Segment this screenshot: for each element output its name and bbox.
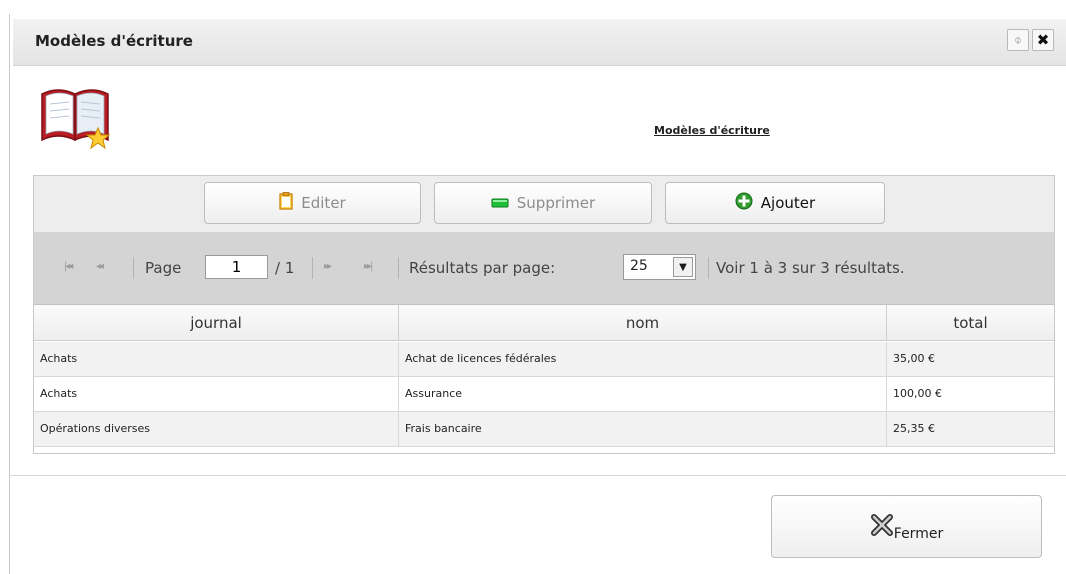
clipboard-icon — [279, 192, 293, 214]
book-icon — [41, 89, 111, 150]
cell-journal: Opérations diverses — [34, 412, 399, 446]
plus-icon — [735, 192, 753, 214]
cell-total: 100,00 € — [893, 387, 942, 400]
fermer-label: Fermer — [893, 525, 944, 542]
column-header-total[interactable]: total — [887, 305, 1054, 341]
edit-button[interactable]: Editer — [204, 182, 421, 224]
dropdown-arrow-icon[interactable]: ▼ — [673, 257, 693, 277]
grid-toolbar: Editer Supprimer Ajouter — [34, 176, 1054, 233]
last-page-icon[interactable]: ▸▸| — [364, 261, 374, 272]
cell-total: 35,00 € — [893, 352, 935, 365]
cell-nom: Achat de licences fédérales — [399, 342, 887, 376]
window-left-border — [9, 14, 10, 574]
cell-nom: Assurance — [399, 377, 887, 411]
per-page-select[interactable]: 25 ▼ — [623, 254, 696, 280]
add-label: Ajouter — [760, 194, 816, 212]
cell-journal: Achats — [34, 377, 399, 411]
delete-button[interactable]: Supprimer — [434, 182, 652, 224]
column-header-journal[interactable]: journal — [34, 305, 399, 341]
top-strip — [0, 0, 1066, 14]
per-page-label: Résultats par page: — [409, 259, 556, 277]
minus-icon — [491, 194, 509, 212]
dialog-title: Modèles d'écriture — [35, 32, 193, 50]
add-button[interactable]: Ajouter — [665, 182, 885, 224]
dialog-titlebar: Modèles d'écriture ⌽ ✖ — [13, 19, 1066, 66]
page-total: / 1 — [275, 259, 295, 277]
delete-label: Supprimer — [516, 194, 596, 212]
pager-separator — [133, 257, 134, 279]
pin-button[interactable]: ⌽ — [1007, 29, 1029, 51]
column-header-nom[interactable]: nom — [399, 305, 887, 341]
results-summary: Voir 1 à 3 sur 3 résultats. — [716, 259, 905, 277]
first-page-icon[interactable]: |◂◂ — [64, 261, 74, 272]
edit-label: Editer — [301, 194, 346, 212]
table-row[interactable]: Opérations diverses Frais bancaire 25,35… — [34, 412, 1054, 447]
next-page-icon[interactable]: ▸▸ — [324, 261, 332, 272]
pager: |◂◂ ◂◂ Page / 1 ▸▸ ▸▸| Résultats par pag… — [34, 233, 1054, 305]
cell-nom: Frais bancaire — [399, 412, 887, 446]
page-label: Page — [145, 259, 182, 277]
page-number-input[interactable] — [205, 255, 268, 279]
x-icon — [870, 513, 894, 541]
data-grid: Editer Supprimer Ajouter |◂◂ ◂◂ Page / 1… — [33, 175, 1055, 454]
pager-separator — [398, 257, 399, 279]
fermer-button[interactable]: Fermer — [771, 495, 1042, 558]
header-link[interactable]: Modèles d'écriture — [654, 124, 770, 137]
pager-separator — [708, 257, 709, 279]
cell-total: 25,35 € — [893, 422, 935, 435]
close-icon: ✖ — [1036, 31, 1050, 49]
table-row[interactable]: Achats Assurance 100,00 € — [34, 377, 1054, 412]
cell-journal: Achats — [34, 342, 399, 376]
close-dialog-button[interactable]: ✖ — [1032, 29, 1054, 51]
pin-icon: ⌽ — [1014, 32, 1022, 48]
table-row[interactable]: Achats Achat de licences fédérales 35,00… — [34, 342, 1054, 377]
pager-separator — [312, 257, 313, 279]
prev-page-icon[interactable]: ◂◂ — [96, 261, 104, 272]
footer-divider — [10, 475, 1066, 476]
per-page-value: 25 — [630, 258, 648, 274]
